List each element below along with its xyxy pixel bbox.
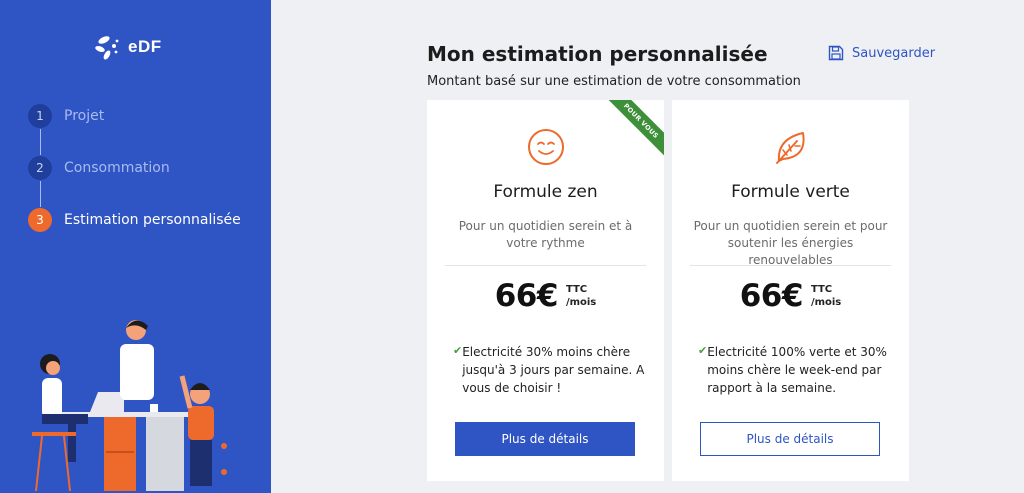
family-illustration	[32, 320, 227, 492]
floppy-disk-icon	[828, 45, 844, 61]
details-button-zen[interactable]: Plus de détails	[455, 422, 635, 456]
feature-text: Electricité 100% verte et 30% moins chèr…	[707, 345, 887, 395]
price-period: /mois	[810, 297, 842, 308]
step-label: Estimation personnalisée	[64, 212, 241, 228]
offer-price: 66€ TTC /mois	[427, 278, 664, 314]
step-label: Projet	[64, 108, 105, 124]
ribbon-label: POUR VOUS	[604, 100, 664, 159]
price-value: 66€	[494, 278, 559, 314]
price-ttc: TTC	[810, 284, 833, 295]
check-icon: ✔	[698, 344, 708, 357]
price-value: 66€	[739, 278, 804, 314]
logo-text: eDF	[128, 37, 162, 56]
divider	[690, 265, 891, 266]
step-label: Consommation	[64, 160, 170, 176]
step-number: 2	[28, 156, 52, 180]
price-suffix: TTC /mois	[811, 283, 841, 309]
save-label: Sauvegarder	[852, 45, 936, 61]
sidebar: eDF 1 Projet 2 Consommation 3 Estimation…	[0, 0, 271, 493]
step-number: 1	[28, 104, 52, 128]
offer-card-verte: Formule verte Pour un quotidien serein e…	[672, 100, 909, 481]
leaf-icon	[775, 132, 805, 164]
price-suffix: TTC /mois	[566, 283, 596, 309]
details-button-verte[interactable]: Plus de détails	[700, 422, 880, 456]
step-number: 3	[28, 208, 52, 232]
feature-text: Electricité 30% moins chère jusqu'à 3 jo…	[462, 345, 645, 395]
step-connector	[40, 181, 41, 207]
offer-title: Formule verte	[731, 182, 850, 202]
progress-steps: 1 Projet 2 Consommation 3 Estimation per…	[28, 103, 241, 233]
offer-card-zen: POUR VOUS Formule zen Pour un quotidien …	[427, 100, 664, 481]
offer-description: Pour un quotidien serein et pour souteni…	[693, 219, 888, 267]
smiley-icon	[527, 129, 564, 165]
offer-description: Pour un quotidien serein et à votre ryth…	[458, 219, 633, 250]
page-subtitle: Montant basé sur une estimation de votre…	[427, 74, 801, 89]
price-ttc: TTC	[565, 284, 588, 295]
page-title: Mon estimation personnalisée	[427, 42, 768, 66]
divider	[445, 265, 646, 266]
check-icon: ✔	[453, 344, 463, 357]
offer-feature: ✔ Electricité 30% moins chère jusqu'à 3 …	[453, 343, 648, 397]
edf-flower-icon	[95, 36, 119, 60]
step-consommation[interactable]: 2 Consommation	[28, 155, 241, 181]
price-period: /mois	[565, 297, 597, 308]
step-projet[interactable]: 1 Projet	[28, 103, 241, 129]
offer-title: Formule zen	[493, 182, 598, 202]
edf-logo[interactable]: eDF	[94, 34, 162, 60]
offer-feature: ✔ Electricité 100% verte et 30% moins ch…	[698, 343, 893, 397]
offer-price: 66€ TTC /mois	[672, 278, 909, 314]
recommended-ribbon: POUR VOUS	[604, 100, 664, 160]
step-estimation[interactable]: 3 Estimation personnalisée	[28, 207, 241, 233]
step-connector	[40, 129, 41, 155]
save-button[interactable]: Sauvegarder	[828, 45, 935, 61]
